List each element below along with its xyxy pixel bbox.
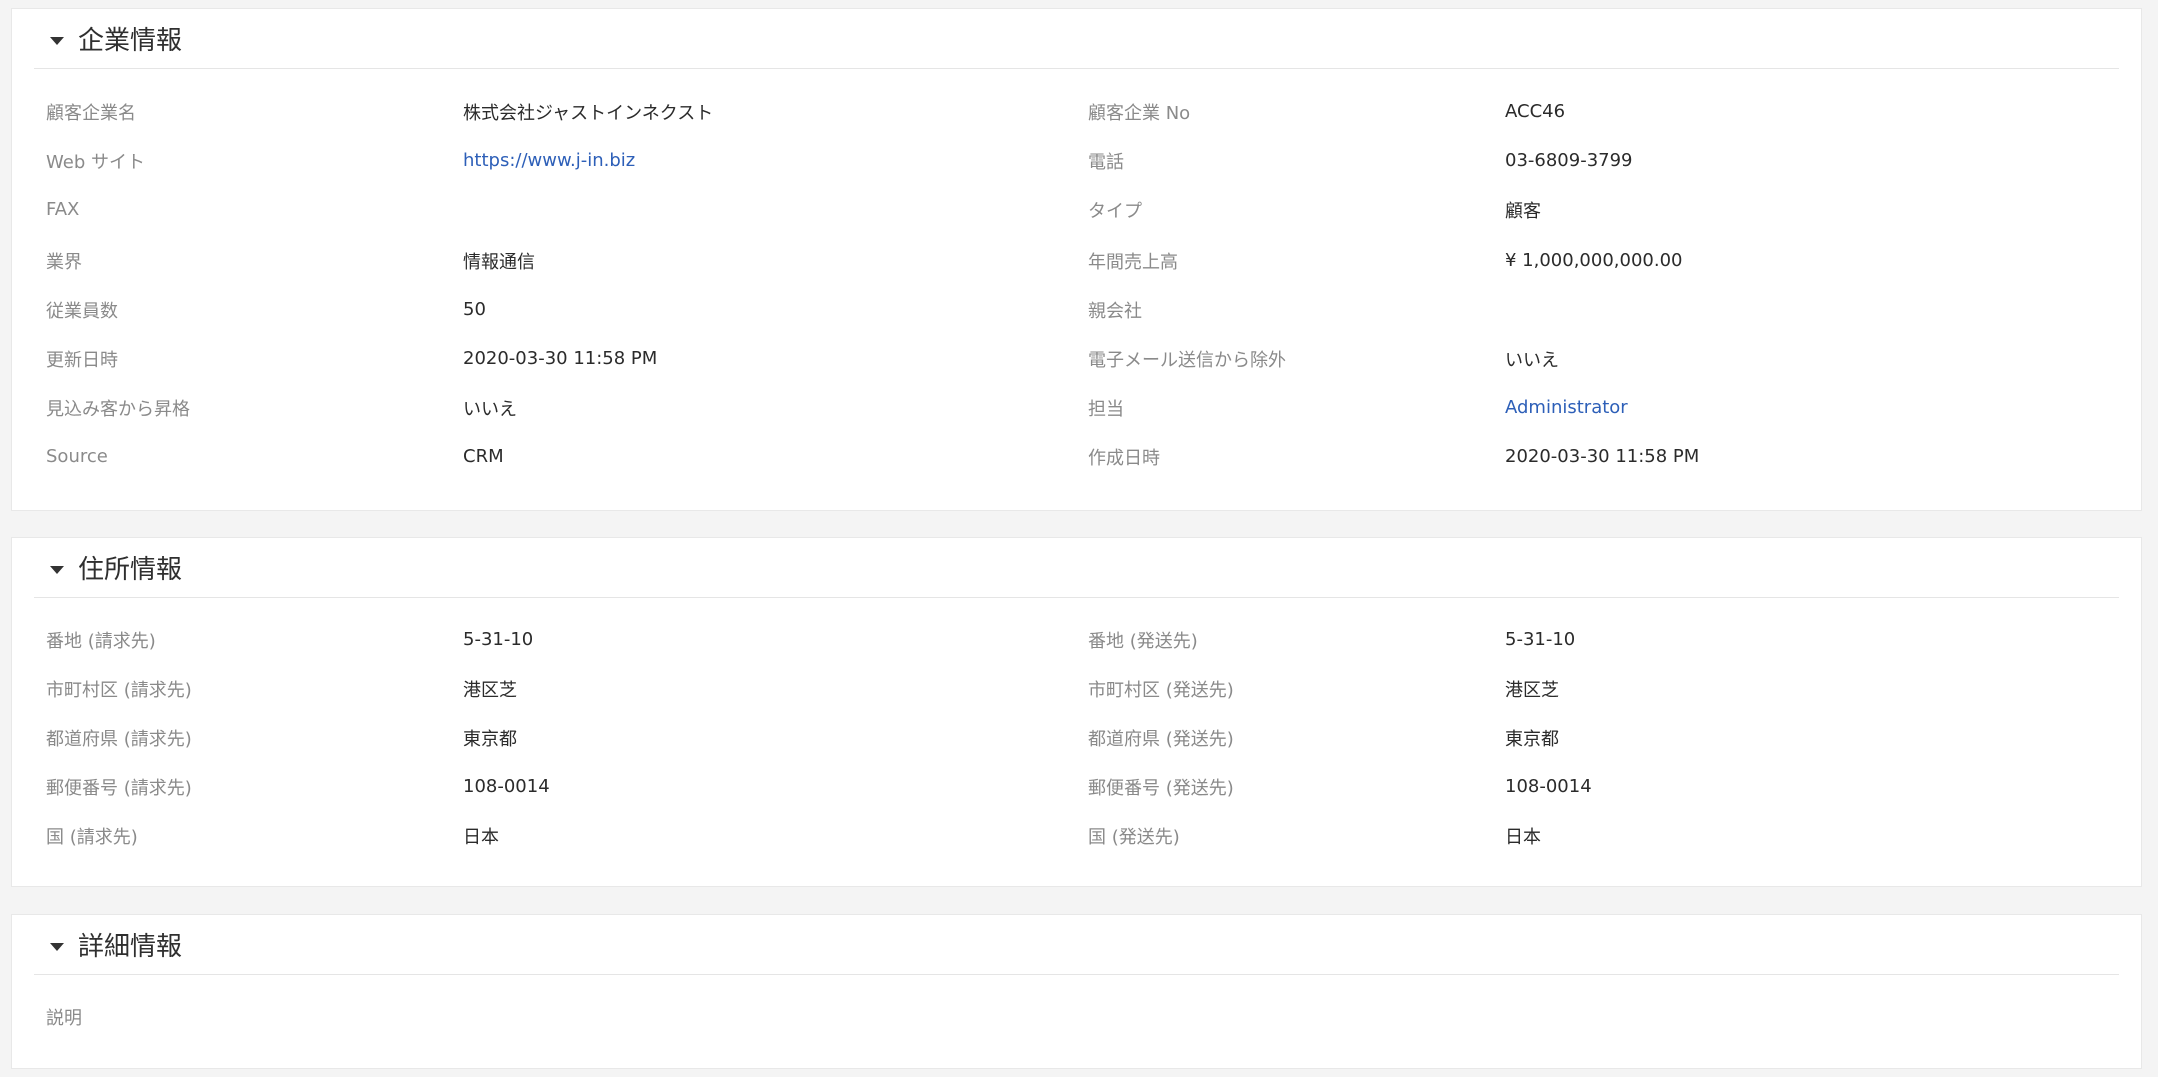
field-label: 更新日時 bbox=[46, 349, 118, 371]
shipping-state-value: 東京都 bbox=[1505, 728, 1559, 750]
shipping-street-value: 5-31-10 bbox=[1505, 629, 1576, 650]
employees-value: 50 bbox=[463, 299, 486, 320]
field-label: 市町村区 (請求先) bbox=[46, 679, 192, 701]
field-label: 番地 (請求先) bbox=[46, 630, 156, 652]
field-label: 顧客企業名 bbox=[46, 102, 136, 124]
field-label: 作成日時 bbox=[1088, 447, 1160, 469]
field-row: FAX タイプ 顧客 bbox=[12, 185, 2141, 234]
field-row: 都道府県 (請求先) 東京都 都道府県 (発送先) 東京都 bbox=[12, 713, 2141, 762]
type-value: 顧客 bbox=[1505, 200, 1541, 222]
address-info-panel: 住所情報 番地 (請求先) 5-31-10 番地 (発送先) 5-31-10 市… bbox=[11, 537, 2142, 887]
detail-info-header[interactable]: 詳細情報 bbox=[34, 915, 2119, 975]
shipping-postal-code-value: 108-0014 bbox=[1505, 776, 1592, 797]
assigned-to-link[interactable]: Administrator bbox=[1505, 383, 1628, 432]
field-label: 業界 bbox=[46, 251, 82, 273]
field-label: 見込み客から昇格 bbox=[46, 398, 190, 420]
phone-value: 03-6809-3799 bbox=[1505, 150, 1633, 171]
field-label: 担当 bbox=[1088, 398, 1124, 420]
section-title[interactable]: 詳細情報 bbox=[78, 926, 182, 963]
field-row: 業界 情報通信 年間売上高 ¥ 1,000,000,000.00 bbox=[12, 236, 2141, 285]
field-label: 郵便番号 (発送先) bbox=[1088, 777, 1234, 799]
billing-state-value: 東京都 bbox=[463, 728, 517, 750]
converted-from-lead-value: いいえ bbox=[463, 398, 517, 420]
field-row: Web サイト https://www.j-in.biz 電話 03-6809-… bbox=[12, 136, 2141, 185]
website-link[interactable]: https://www.j-in.biz bbox=[463, 136, 635, 185]
email-opt-out-value: いいえ bbox=[1505, 349, 1559, 371]
field-label: 都道府県 (請求先) bbox=[46, 728, 192, 750]
field-label: 親会社 bbox=[1088, 300, 1142, 322]
source-value: CRM bbox=[463, 446, 504, 467]
collapse-caret-icon[interactable] bbox=[50, 36, 64, 45]
field-label: 年間売上高 bbox=[1088, 251, 1178, 273]
field-label: FAX bbox=[46, 199, 80, 220]
field-row: 従業員数 50 親会社 bbox=[12, 285, 2141, 334]
modified-time-value: 2020-03-30 11:58 PM bbox=[463, 348, 658, 369]
account-no-value: ACC46 bbox=[1505, 101, 1566, 122]
field-label: 都道府県 (発送先) bbox=[1088, 728, 1234, 750]
field-row: Source CRM 作成日時 2020-03-30 11:58 PM bbox=[12, 432, 2141, 481]
company-name-value: 株式会社ジャストインネクスト bbox=[463, 102, 714, 124]
section-title[interactable]: 住所情報 bbox=[78, 549, 182, 586]
shipping-country-value: 日本 bbox=[1505, 826, 1541, 848]
collapse-caret-icon[interactable] bbox=[50, 942, 64, 951]
collapse-caret-icon[interactable] bbox=[50, 565, 64, 574]
field-label: タイプ bbox=[1088, 200, 1142, 222]
address-info-header[interactable]: 住所情報 bbox=[34, 538, 2119, 598]
field-row: 見込み客から昇格 いいえ 担当 Administrator bbox=[12, 383, 2141, 432]
field-row: 市町村区 (請求先) 港区芝 市町村区 (発送先) 港区芝 bbox=[12, 664, 2141, 713]
field-label: 電話 bbox=[1088, 151, 1124, 173]
industry-value: 情報通信 bbox=[463, 251, 535, 273]
billing-postal-code-value: 108-0014 bbox=[463, 776, 550, 797]
field-label: 市町村区 (発送先) bbox=[1088, 679, 1234, 701]
billing-country-value: 日本 bbox=[463, 826, 499, 848]
field-label: Source bbox=[46, 446, 108, 467]
billing-city-value: 港区芝 bbox=[463, 679, 517, 701]
billing-street-value: 5-31-10 bbox=[463, 629, 534, 650]
field-row: 番地 (請求先) 5-31-10 番地 (発送先) 5-31-10 bbox=[12, 615, 2141, 664]
field-label: 国 (発送先) bbox=[1088, 826, 1180, 848]
company-info-header[interactable]: 企業情報 bbox=[34, 9, 2119, 69]
field-row: 説明 bbox=[12, 992, 2141, 1041]
field-row: 郵便番号 (請求先) 108-0014 郵便番号 (発送先) 108-0014 bbox=[12, 762, 2141, 811]
field-row: 更新日時 2020-03-30 11:58 PM 電子メール送信から除外 いいえ bbox=[12, 334, 2141, 383]
field-label: Web サイト bbox=[46, 151, 145, 173]
field-label: 従業員数 bbox=[46, 300, 118, 322]
field-label: 番地 (発送先) bbox=[1088, 630, 1198, 652]
section-title[interactable]: 企業情報 bbox=[78, 20, 182, 57]
field-row: 顧客企業名 株式会社ジャストインネクスト 顧客企業 No ACC46 bbox=[12, 87, 2141, 136]
record-detail-page: 企業情報 顧客企業名 株式会社ジャストインネクスト 顧客企業 No ACC46 … bbox=[0, 0, 2158, 1077]
detail-info-panel: 詳細情報 説明 bbox=[11, 914, 2142, 1069]
company-info-panel: 企業情報 顧客企業名 株式会社ジャストインネクスト 顧客企業 No ACC46 … bbox=[11, 8, 2142, 511]
created-time-value: 2020-03-30 11:58 PM bbox=[1505, 446, 1700, 467]
field-label: 郵便番号 (請求先) bbox=[46, 777, 192, 799]
field-label: 説明 bbox=[46, 1007, 82, 1029]
field-row: 国 (請求先) 日本 国 (発送先) 日本 bbox=[12, 811, 2141, 860]
field-label: 国 (請求先) bbox=[46, 826, 138, 848]
annual-revenue-value: ¥ 1,000,000,000.00 bbox=[1505, 250, 1683, 271]
field-label: 顧客企業 No bbox=[1088, 102, 1191, 124]
shipping-city-value: 港区芝 bbox=[1505, 679, 1559, 701]
field-label: 電子メール送信から除外 bbox=[1088, 349, 1286, 371]
